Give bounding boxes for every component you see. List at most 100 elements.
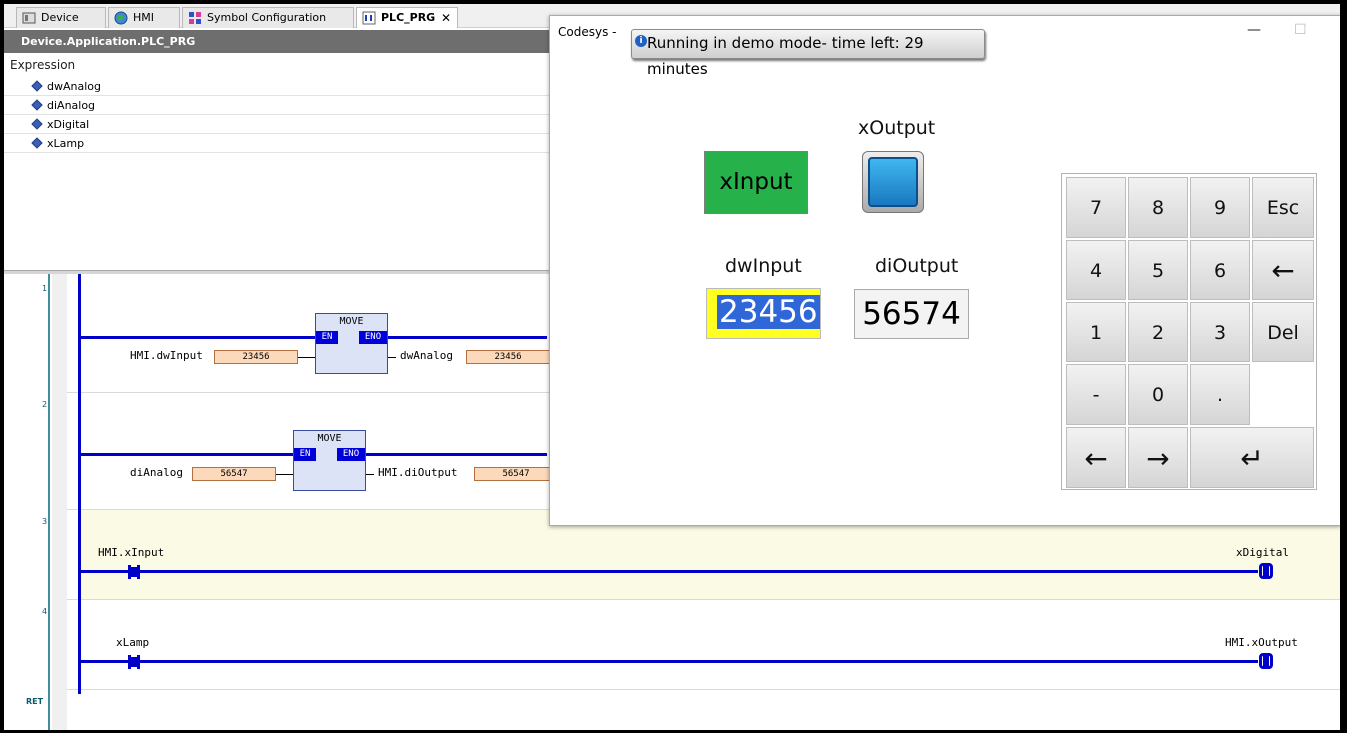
demo-mode-text: Running in demo mode- time left: 29 minu… <box>647 34 924 78</box>
rung-wire <box>81 660 1258 663</box>
eno-pin: ENO <box>337 448 365 461</box>
dioutput-label: diOutput <box>875 255 959 277</box>
tab-hmi[interactable]: HMI <box>108 7 180 28</box>
rung-number: 4 <box>42 607 48 616</box>
key-0[interactable]: 0 <box>1128 364 1188 425</box>
variable-icon <box>31 137 43 149</box>
coil-variable[interactable]: xDigital <box>1236 546 1289 559</box>
contact-symbol[interactable] <box>124 655 144 669</box>
watch-row-label: dwAnalog <box>47 80 101 93</box>
key-8[interactable]: 8 <box>1128 177 1188 238</box>
block-name: MOVE <box>317 433 342 444</box>
device-icon <box>22 12 36 24</box>
globe-icon <box>114 11 128 25</box>
close-icon[interactable]: ✕ <box>441 8 451 28</box>
key-backspace[interactable]: ← <box>1252 240 1314 300</box>
move-block[interactable]: MOVE EN ENO <box>293 430 366 491</box>
en-pin: EN <box>316 331 338 344</box>
output-variable[interactable]: HMI.diOutput <box>378 466 457 479</box>
rung-number: 1 <box>42 284 48 293</box>
key-7[interactable]: 7 <box>1066 177 1126 238</box>
key-right-arrow[interactable]: → <box>1128 427 1188 488</box>
pin-lead <box>388 357 396 358</box>
rung-separator <box>67 689 1340 690</box>
key-1[interactable]: 1 <box>1066 302 1126 362</box>
xoutput-lamp <box>862 151 924 213</box>
codesys-ide: Device HMI Symbol Configuration PLC_PRG … <box>4 4 1340 730</box>
rung-number: 3 <box>42 517 48 526</box>
variable-icon <box>31 118 43 130</box>
symbol-icon <box>189 12 201 24</box>
key-4[interactable]: 4 <box>1066 240 1126 300</box>
watch-row-label: xLamp <box>47 137 85 150</box>
key-enter[interactable]: ↵ <box>1190 427 1314 488</box>
key-left-arrow[interactable]: ← <box>1066 427 1126 488</box>
hmi-window-title: Codesys - <box>558 25 617 39</box>
rung-wire <box>365 453 547 456</box>
move-block[interactable]: MOVE EN ENO <box>315 313 388 374</box>
contact-symbol[interactable] <box>124 565 144 579</box>
key-3[interactable]: 3 <box>1190 302 1250 362</box>
online-value: 23456 <box>466 350 550 364</box>
demo-mode-banner: i Running in demo mode- time left: 29 mi… <box>631 29 985 78</box>
output-variable[interactable]: dwAnalog <box>400 349 453 362</box>
rung-separator <box>67 599 1340 600</box>
numeric-keypad: 7 8 9 Esc 4 5 6 ← 1 2 3 Del - 0 . ← → ↵ <box>1061 173 1317 490</box>
dwinput-value: 23456 <box>717 294 820 330</box>
block-name: MOVE <box>339 316 364 327</box>
key-5[interactable]: 5 <box>1128 240 1188 300</box>
watch-row-label: xDigital <box>47 118 90 131</box>
en-pin: EN <box>294 448 316 461</box>
rung-wire <box>81 336 316 339</box>
key-dot[interactable]: . <box>1190 364 1250 425</box>
variable-icon <box>31 99 43 111</box>
dwinput-label: dwInput <box>725 255 802 277</box>
key-del[interactable]: Del <box>1252 302 1314 362</box>
rung-margin <box>52 274 67 730</box>
rung-number: 2 <box>42 400 48 409</box>
xinput-button[interactable]: xInput <box>704 151 808 214</box>
tab-label: PLC_PRG <box>381 11 436 24</box>
tab-label: HMI <box>133 11 155 24</box>
rung-return: RET <box>26 697 44 706</box>
coil-symbol[interactable] <box>1256 653 1276 669</box>
key-9[interactable]: 9 <box>1190 177 1250 238</box>
tab-label: Symbol Configuration <box>207 11 327 24</box>
eno-pin: ENO <box>359 331 387 344</box>
input-variable[interactable]: diAnalog <box>130 466 183 479</box>
hmi-window: Codesys - — ☐ i Running in demo mode- ti… <box>549 15 1340 526</box>
tab-plc-prg[interactable]: PLC_PRG ✕ <box>356 7 458 28</box>
pin-lead <box>276 474 293 475</box>
key-2[interactable]: 2 <box>1128 302 1188 362</box>
contact-variable[interactable]: HMI.xInput <box>98 546 164 559</box>
input-variable[interactable]: HMI.dwInput <box>130 349 203 362</box>
coil-variable[interactable]: HMI.xOutput <box>1225 636 1298 649</box>
key-esc[interactable]: Esc <box>1252 177 1314 238</box>
tab-symbol-configuration[interactable]: Symbol Configuration <box>182 7 354 28</box>
coil-symbol[interactable] <box>1256 563 1276 579</box>
watch-row-label: diAnalog <box>47 99 96 112</box>
watch-header: Expression <box>10 58 76 72</box>
pin-lead <box>366 474 374 475</box>
key-minus[interactable]: - <box>1066 364 1126 425</box>
online-value: 23456 <box>214 350 298 364</box>
xoutput-label: xOutput <box>858 117 936 139</box>
pou-icon <box>362 11 376 25</box>
info-icon: i <box>635 35 647 47</box>
variable-icon <box>31 80 43 92</box>
rung-wire <box>81 570 1258 573</box>
online-value: 56547 <box>474 467 558 481</box>
pin-lead <box>298 357 315 358</box>
maximize-button[interactable]: ☐ <box>1294 22 1307 38</box>
minimize-button[interactable]: — <box>1247 22 1261 38</box>
tab-label: Device <box>41 11 79 24</box>
online-value: 56547 <box>192 467 276 481</box>
tab-device[interactable]: Device <box>16 7 106 28</box>
rung-wire <box>81 453 294 456</box>
rung-gutter <box>4 274 50 730</box>
dwinput-field[interactable]: 23456 <box>706 288 821 339</box>
dioutput-display: 56574 <box>854 289 969 339</box>
key-6[interactable]: 6 <box>1190 240 1250 300</box>
contact-variable[interactable]: xLamp <box>116 636 149 649</box>
rung-wire <box>387 336 547 339</box>
